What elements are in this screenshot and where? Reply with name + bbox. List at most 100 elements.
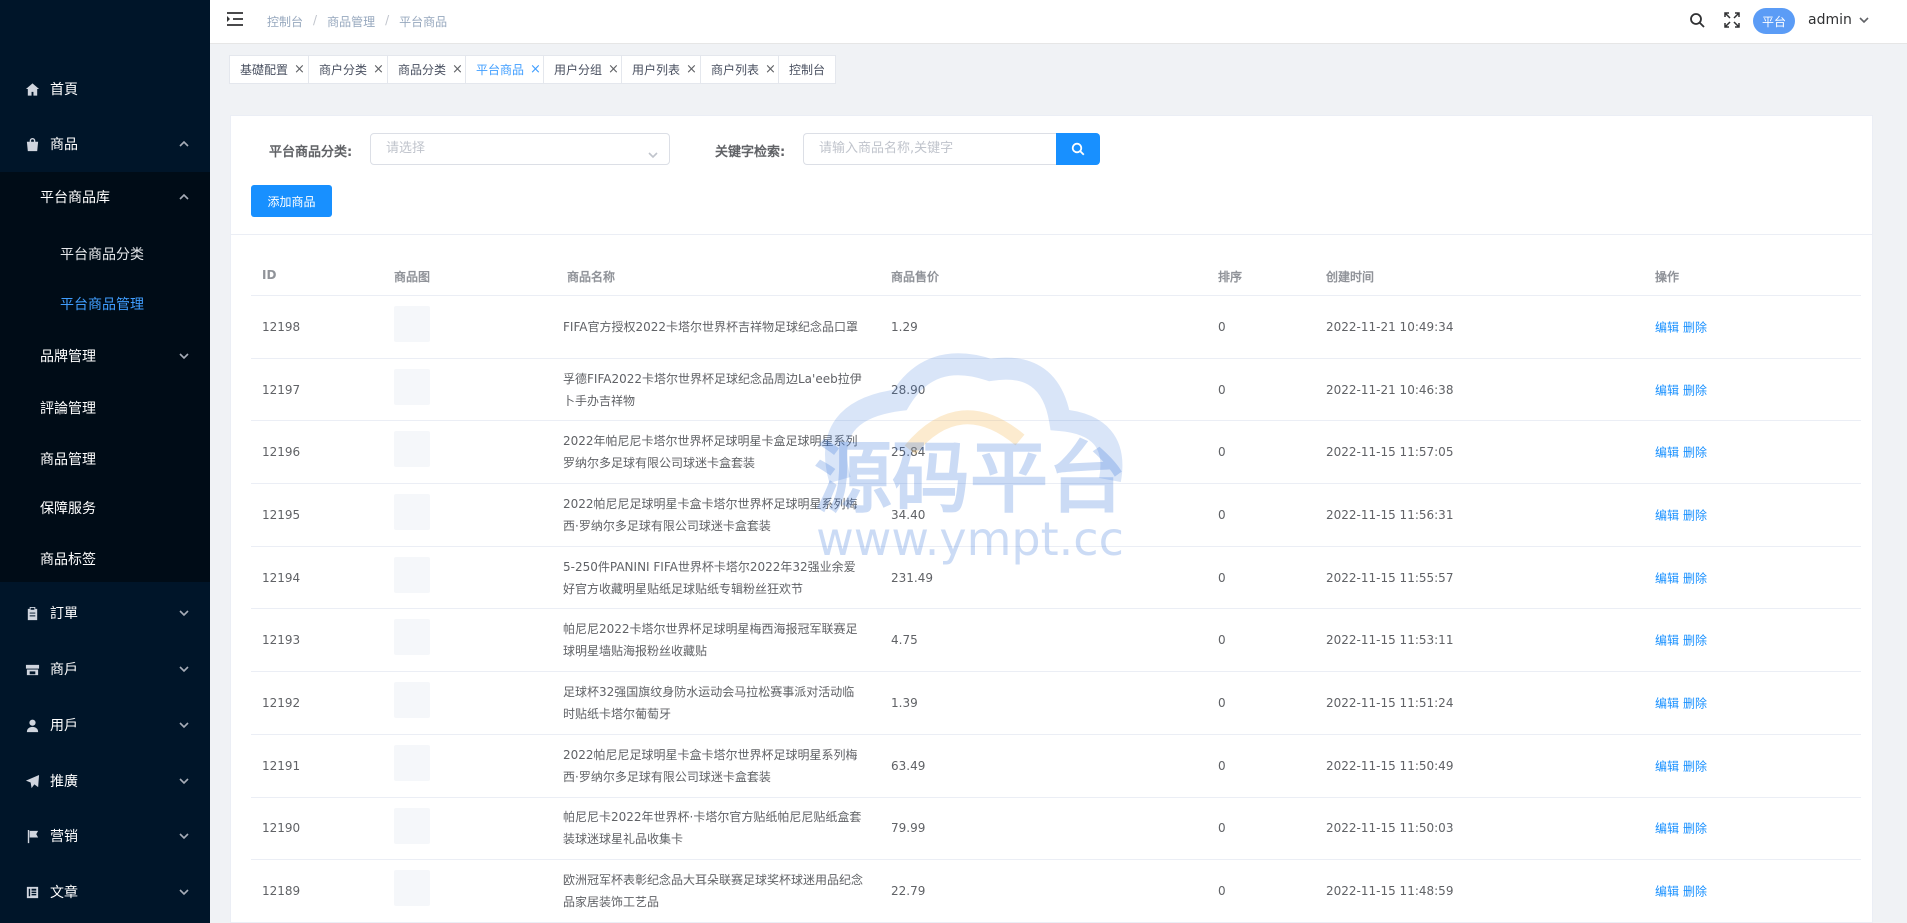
- edit-link[interactable]: 编辑: [1655, 885, 1679, 899]
- edit-link[interactable]: 编辑: [1655, 508, 1679, 522]
- delete-link[interactable]: 删除: [1683, 822, 1707, 836]
- cell-id: 12193: [262, 633, 301, 648]
- column-header-name: 商品名称: [567, 270, 616, 284]
- chevron-down-icon: [647, 143, 659, 159]
- table-header: ID 商品图 商品名称 商品售价 排序 创建时间 操作: [251, 254, 1861, 296]
- table-row: 12198 FIFA官方授权2022卡塔尔世界杯吉祥物足球纪念品口罩 1.29 0 20…: [251, 296, 1861, 359]
- cell-actions: 编辑 删除: [1655, 757, 1711, 774]
- cell-actions: 编辑 删除: [1655, 632, 1711, 649]
- sidebar-item-guarantee[interactable]: 保障服务: [0, 483, 210, 533]
- sidebar-item-label: 訂單: [50, 606, 78, 622]
- tags-view: 基礎配置 × 商户分类 × 商品分类 × 平台商品 × 用户分组 × 用户列表 × 商户列表…: [210, 44, 1907, 94]
- menu-fold-icon[interactable]: [226, 10, 246, 30]
- edit-link[interactable]: 编辑: [1655, 571, 1679, 585]
- add-product-button[interactable]: 添加商品: [251, 185, 332, 217]
- sidebar-item-label: 营销: [50, 829, 78, 845]
- close-icon[interactable]: ×: [765, 62, 776, 77]
- sidebar-item-label: 平台商品分类: [60, 247, 144, 263]
- sidebar-submenu: 平台商品库 平台商品分类 平台商品管理 品牌管理 評論管理 商品管理 保障服务 …: [0, 172, 210, 582]
- category-select[interactable]: 请选择: [370, 133, 670, 165]
- close-icon[interactable]: ×: [686, 62, 697, 77]
- sidebar-item-brand[interactable]: 品牌管理: [0, 331, 210, 381]
- sidebar-item-label: 商品: [50, 137, 78, 153]
- sidebar-item-platform-library[interactable]: 平台商品库: [0, 172, 210, 222]
- tag-item[interactable]: 用户分组 ×: [543, 55, 630, 84]
- sidebar-item-goods[interactable]: 商品: [0, 116, 210, 172]
- sidebar-item-marketing[interactable]: 营销: [0, 808, 210, 864]
- cell-price: 25.84: [891, 445, 926, 460]
- product-thumbnail: [394, 368, 430, 405]
- cell-created: 2022-11-15 11:50:03: [1326, 821, 1454, 836]
- delete-link[interactable]: 删除: [1683, 508, 1707, 522]
- select-placeholder: 请选择: [386, 141, 426, 156]
- close-icon[interactable]: ×: [373, 62, 384, 77]
- sidebar-item-merchants[interactable]: 商戶: [0, 641, 210, 697]
- edit-link[interactable]: 编辑: [1655, 759, 1679, 773]
- tag-item[interactable]: 控制台: [778, 55, 837, 84]
- cell-id: 12197: [262, 382, 301, 397]
- user-dropdown[interactable]: admin: [1808, 12, 1870, 28]
- sidebar-item-goods-tags[interactable]: 商品标签: [0, 534, 210, 584]
- platform-badge: 平台: [1753, 8, 1795, 34]
- edit-link[interactable]: 编辑: [1655, 696, 1679, 710]
- sidebar-item-goods-manage[interactable]: 商品管理: [0, 434, 210, 484]
- sidebar-item-articles[interactable]: 文章: [0, 864, 210, 920]
- column-header-image: 商品图: [394, 270, 431, 284]
- cell-price: 28.90: [891, 382, 926, 397]
- sidebar-item-label: 保障服务: [40, 501, 96, 517]
- delete-link[interactable]: 删除: [1683, 446, 1707, 460]
- edit-link[interactable]: 编辑: [1655, 320, 1679, 334]
- tag-item[interactable]: 用户列表 ×: [621, 55, 708, 84]
- tag-label: 平台商品: [476, 63, 525, 77]
- cell-sort: 0: [1218, 884, 1226, 899]
- delete-link[interactable]: 删除: [1683, 320, 1707, 334]
- cell-actions: 编辑 删除: [1655, 318, 1711, 335]
- close-icon[interactable]: ×: [530, 62, 541, 77]
- breadcrumb-item[interactable]: 控制台: [267, 13, 303, 30]
- delete-link[interactable]: 删除: [1683, 571, 1707, 585]
- close-icon[interactable]: ×: [608, 62, 619, 77]
- cell-created: 2022-11-21 10:46:38: [1326, 382, 1454, 397]
- cell-created: 2022-11-15 11:48:59: [1326, 884, 1454, 899]
- product-table: ID 商品图 商品名称 商品售价 排序 创建时间 操作 12198 FIFA官方授…: [251, 254, 1861, 923]
- sidebar-item-orders[interactable]: 訂單: [0, 585, 210, 641]
- sidebar-item-label: 品牌管理: [40, 349, 96, 365]
- search-icon[interactable]: [1689, 12, 1707, 30]
- fullscreen-icon[interactable]: [1724, 12, 1742, 30]
- tag-item[interactable]: 商户列表 ×: [700, 55, 787, 84]
- cell-name: 2022帕尼尼足球明星卡盒卡塔尔世界杯足球明星系列梅西·罗纳尔多足球有限公司球迷…: [563, 496, 858, 533]
- delete-link[interactable]: 删除: [1683, 634, 1707, 648]
- tag-item[interactable]: 商户分类 ×: [308, 55, 395, 84]
- sidebar-item-platform-category[interactable]: 平台商品分类: [0, 229, 210, 279]
- cell-id: 12198: [262, 319, 301, 334]
- edit-link[interactable]: 编辑: [1655, 383, 1679, 397]
- close-icon[interactable]: ×: [452, 62, 463, 77]
- keyword-input[interactable]: 请输入商品名称,关键字: [803, 133, 1056, 165]
- table-row: 12190 帕尼尼卡2022年世界杯·卡塔尔官方贴纸帕尼尼贴纸盒套装球迷球星礼品收…: [251, 798, 1861, 861]
- sidebar-item-users[interactable]: 用戶: [0, 697, 210, 753]
- tag-label: 控制台: [789, 63, 826, 77]
- delete-link[interactable]: 删除: [1683, 383, 1707, 397]
- sidebar-item-home[interactable]: 首頁: [0, 61, 210, 117]
- tag-item[interactable]: 商品分类 ×: [387, 55, 474, 84]
- tag-item-active[interactable]: 平台商品 ×: [465, 55, 552, 84]
- close-icon[interactable]: ×: [294, 62, 305, 77]
- edit-link[interactable]: 编辑: [1655, 822, 1679, 836]
- table-row: 12194 5-250件PANINI FIFA世界杯卡塔尔2022年32强业余爱好…: [251, 547, 1861, 610]
- cell-actions: 编辑 删除: [1655, 820, 1711, 837]
- delete-link[interactable]: 删除: [1683, 696, 1707, 710]
- chevron-down-icon: [178, 350, 190, 362]
- edit-link[interactable]: 编辑: [1655, 634, 1679, 648]
- cell-created: 2022-11-15 11:51:24: [1326, 695, 1454, 710]
- delete-link[interactable]: 删除: [1683, 759, 1707, 773]
- sidebar-item-promotion[interactable]: 推廣: [0, 753, 210, 809]
- search-button[interactable]: [1056, 133, 1100, 165]
- breadcrumb-item[interactable]: 商品管理: [327, 13, 375, 30]
- sidebar-item-platform-manage[interactable]: 平台商品管理: [0, 279, 210, 329]
- delete-link[interactable]: 删除: [1683, 885, 1707, 899]
- sidebar-item-review[interactable]: 評論管理: [0, 383, 210, 433]
- table-row: 12196 2022年帕尼尼卡塔尔世界杯足球明星卡盒足球明星系列罗纳尔多足球有限公…: [251, 421, 1861, 485]
- tag-item[interactable]: 基礎配置 ×: [229, 55, 316, 84]
- edit-link[interactable]: 编辑: [1655, 446, 1679, 460]
- sidebar-item-label: 平台商品管理: [60, 297, 144, 313]
